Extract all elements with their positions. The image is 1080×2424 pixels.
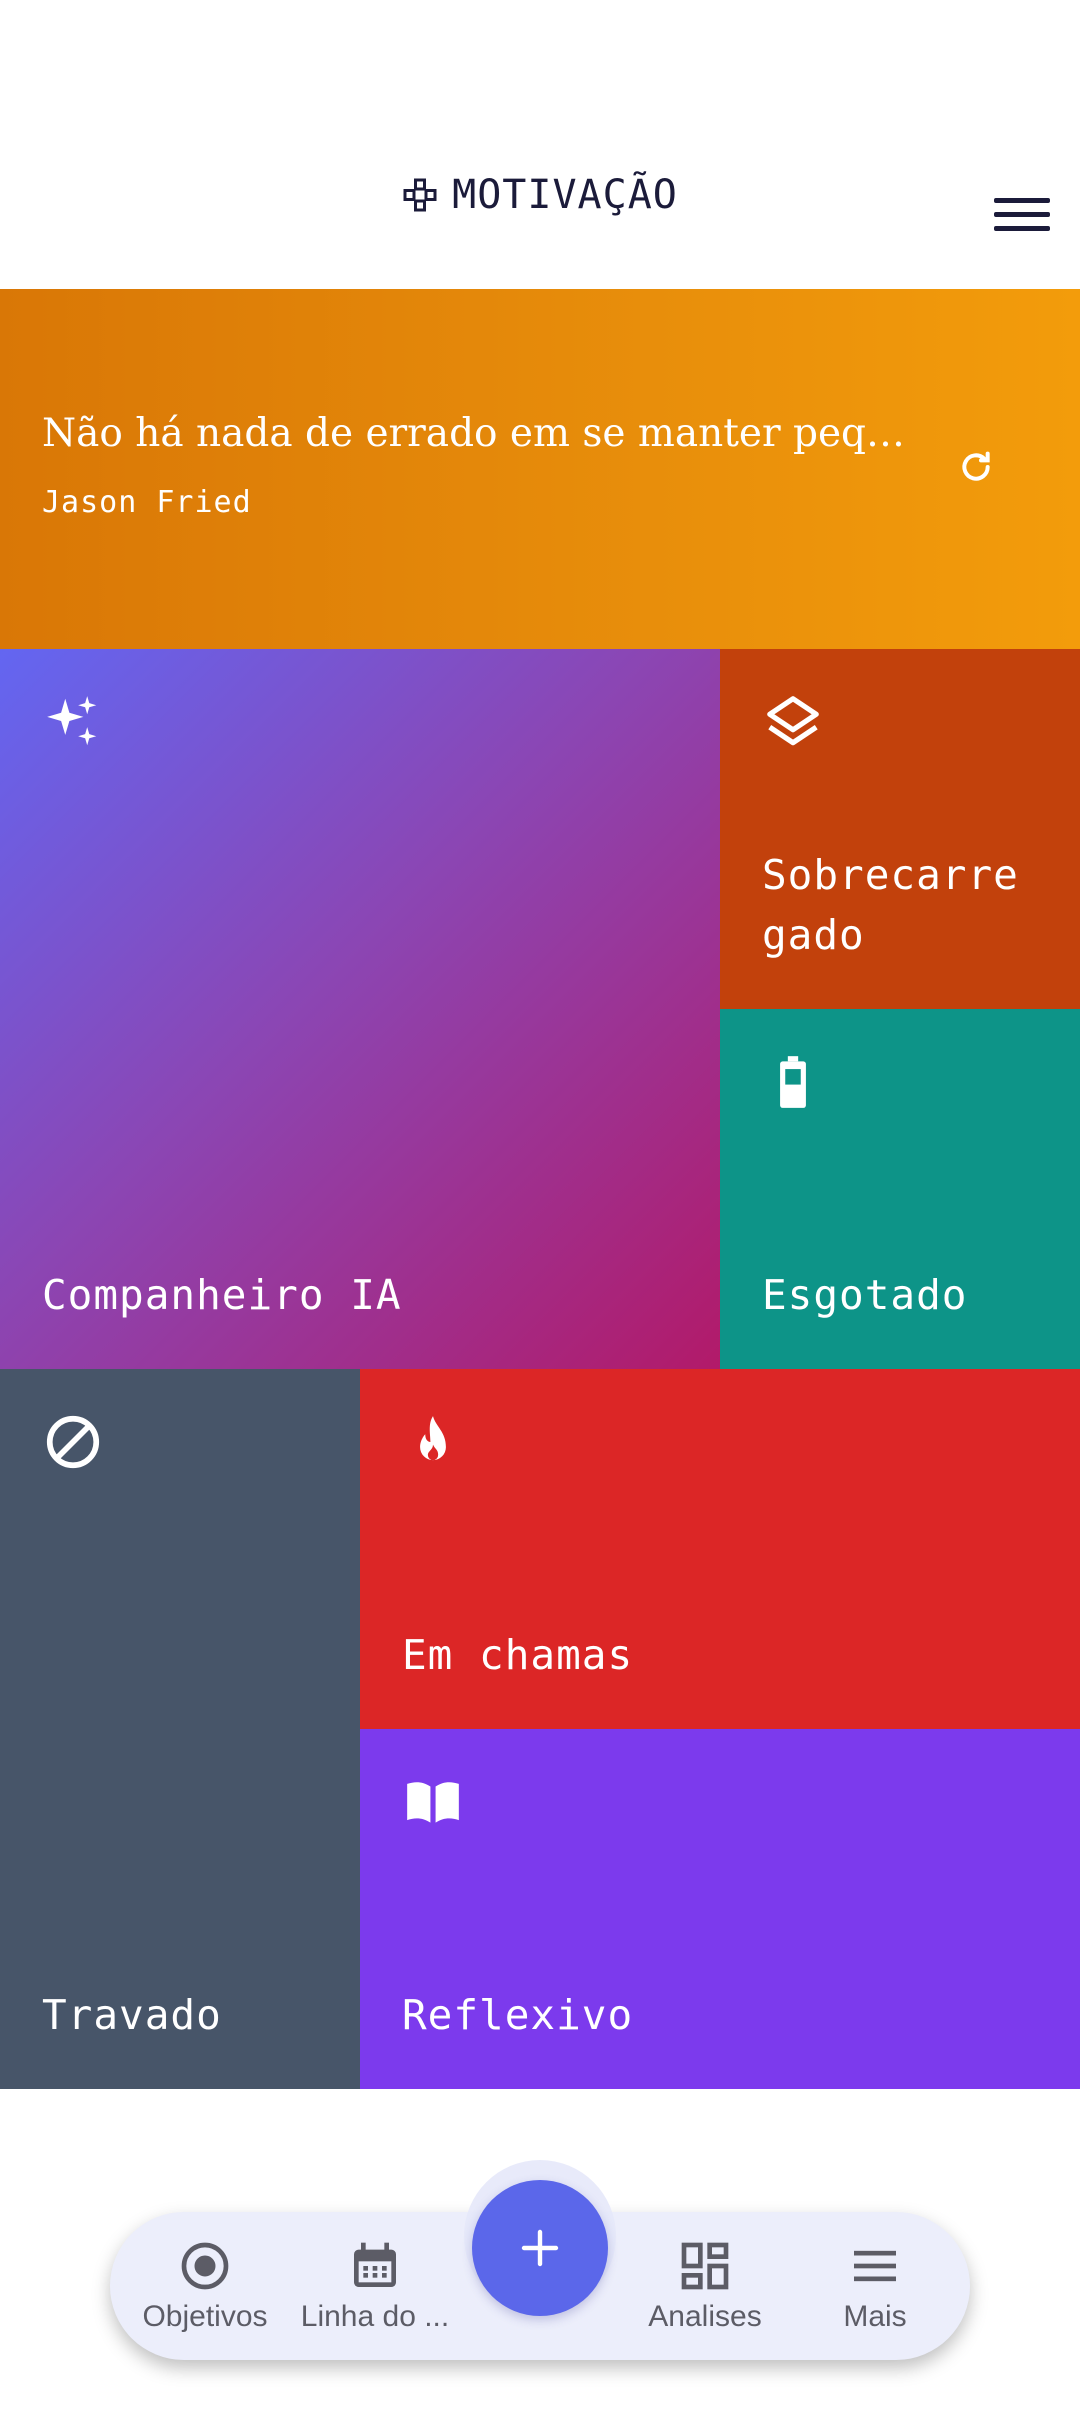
- tile-label: Travado: [42, 1991, 222, 2039]
- gamepad-icon: [403, 178, 437, 212]
- tile-travado[interactable]: Travado: [0, 1369, 360, 2089]
- block-icon: [46, 1415, 100, 1469]
- add-button[interactable]: [472, 2180, 608, 2316]
- hamburger-menu-icon: [994, 197, 1050, 203]
- target-icon: [181, 2242, 229, 2290]
- quote-text: Não há nada de errado em se manter peque…: [42, 411, 922, 456]
- battery-icon: [780, 1056, 806, 1108]
- nav-label: Mais: [843, 2300, 907, 2333]
- tile-companheiro-ia[interactable]: Companheiro IA: [0, 649, 720, 1369]
- nav-item-linha-do-tempo[interactable]: Linha do ...: [290, 2212, 460, 2360]
- book-icon: [407, 1782, 459, 1823]
- app-header: MOTIVAÇÃO: [0, 0, 1080, 289]
- tile-esgotado[interactable]: Esgotado: [720, 1009, 1080, 1369]
- tile-label: Sobrecarre gado: [762, 851, 1019, 959]
- nav-label: Analises: [648, 2300, 762, 2333]
- tile-sobrecarregado[interactable]: Sobrecarre gado: [720, 649, 1080, 1009]
- refresh-icon[interactable]: [956, 447, 996, 487]
- quote-banner[interactable]: Não há nada de errado em se manter peque…: [0, 289, 1080, 649]
- nav-label: Linha do ...: [300, 2300, 450, 2333]
- tile-label: Esgotado: [762, 1271, 968, 1319]
- dashboard-icon: [681, 2242, 729, 2290]
- tile-label: Reflexivo: [402, 1991, 634, 2039]
- page-title: MOTIVAÇÃO: [452, 172, 678, 218]
- calendar-icon: [354, 2242, 396, 2287]
- nav-item-objetivos[interactable]: Objetivos: [120, 2212, 290, 2360]
- nav-item-analises[interactable]: Analises: [620, 2212, 790, 2360]
- tile-em-chamas[interactable]: Em chamas: [360, 1369, 1080, 1729]
- menu-icon: [854, 2250, 896, 2282]
- tile-label: Em chamas: [402, 1631, 634, 1679]
- nav-label: Objetivos: [142, 2300, 268, 2333]
- tile-reflexivo[interactable]: Reflexivo: [360, 1729, 1080, 2089]
- tile-label: Companheiro IA: [42, 1271, 402, 1319]
- sparkles-icon: [47, 696, 97, 746]
- hamburger-menu-button[interactable]: [994, 190, 1050, 238]
- plus-icon: [521, 2229, 559, 2267]
- brand: MOTIVAÇÃO: [0, 160, 1080, 230]
- quote-author: Jason Fried: [42, 485, 252, 520]
- layers-icon: [767, 696, 819, 746]
- flame-icon: [420, 1416, 446, 1461]
- nav-item-mais[interactable]: Mais: [790, 2212, 960, 2360]
